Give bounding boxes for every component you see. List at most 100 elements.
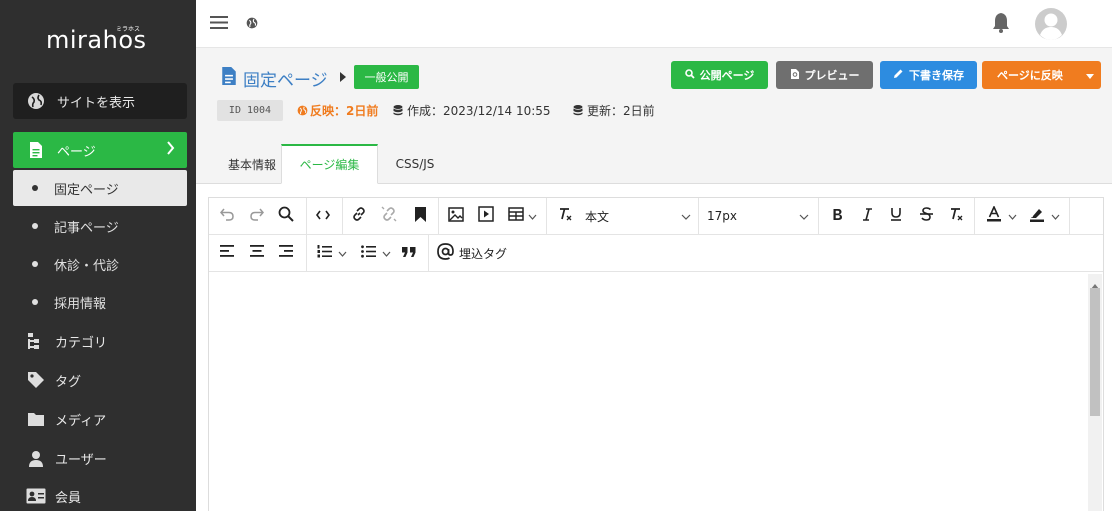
globe-icon bbox=[297, 105, 308, 120]
sidebar-item-label: 会員 bbox=[55, 490, 82, 506]
unlink-button[interactable] bbox=[379, 204, 399, 228]
sidebar-item-label: ページ bbox=[57, 144, 96, 160]
hamburger-menu-icon[interactable] bbox=[210, 15, 228, 34]
globe-icon[interactable] bbox=[246, 17, 258, 33]
italic-icon bbox=[862, 207, 872, 225]
chevron-down-icon bbox=[1051, 208, 1060, 224]
chevron-down-icon bbox=[528, 208, 537, 224]
redo-button[interactable] bbox=[247, 204, 267, 228]
strikethrough-icon bbox=[919, 207, 933, 225]
rich-text-editor: 本文 17px 埋込タグ bbox=[208, 197, 1104, 511]
align-center-button[interactable] bbox=[247, 241, 267, 265]
text-color-button[interactable] bbox=[982, 204, 1020, 228]
status-badge[interactable]: 一般公開 bbox=[354, 65, 419, 89]
play-icon bbox=[478, 206, 494, 226]
chevron-down-icon bbox=[799, 209, 809, 223]
top-bar bbox=[196, 0, 1112, 48]
scrollbar-thumb[interactable] bbox=[1090, 288, 1100, 416]
redo-icon bbox=[250, 208, 264, 225]
at-sign-icon bbox=[437, 243, 454, 263]
text-color-icon bbox=[986, 205, 1002, 226]
sidebar-item-page[interactable]: ページ bbox=[13, 132, 187, 168]
ordered-list-button[interactable] bbox=[313, 241, 351, 265]
sidebar-item-category[interactable]: カテゴリ bbox=[13, 324, 187, 358]
chevron-right-icon bbox=[166, 141, 175, 159]
created-date: 作成：2023/12/14 10:55 bbox=[407, 104, 551, 118]
image-button[interactable] bbox=[446, 204, 466, 228]
sidebar: mirahos ミラホス サイトを表示 ページ 固定ページ 記事ページ 休診・代… bbox=[0, 0, 196, 511]
sidebar-sub-label: 休診・代診 bbox=[54, 258, 120, 274]
search-button[interactable] bbox=[276, 204, 296, 228]
highlighter-icon bbox=[1029, 206, 1045, 226]
sidebar-item-site-view[interactable]: サイトを表示 bbox=[13, 83, 187, 119]
sidebar-sub-fixed-page[interactable]: 固定ページ bbox=[13, 170, 187, 206]
bullet-icon bbox=[32, 299, 38, 305]
tab-css-js[interactable]: CSS/JS bbox=[383, 144, 447, 184]
unlink-icon bbox=[381, 206, 397, 226]
sidebar-item-member[interactable]: 会員 bbox=[13, 479, 187, 511]
page-title[interactable]: 固定ページ bbox=[243, 66, 328, 91]
code-icon bbox=[316, 208, 330, 224]
sidebar-sub-closure[interactable]: 休診・代診 bbox=[13, 246, 187, 282]
bookmark-icon bbox=[414, 206, 426, 226]
preview-button[interactable]: プレビュー bbox=[776, 61, 873, 89]
source-code-button[interactable] bbox=[313, 204, 333, 228]
bell-icon[interactable] bbox=[991, 12, 1011, 37]
avatar[interactable] bbox=[1034, 7, 1068, 45]
chevron-down-icon bbox=[681, 209, 691, 223]
clear-format-button[interactable] bbox=[555, 204, 575, 228]
document-icon bbox=[220, 65, 238, 91]
sidebar-item-label: タグ bbox=[55, 374, 82, 390]
link-button[interactable] bbox=[349, 204, 369, 228]
remove-format-button[interactable] bbox=[946, 204, 966, 228]
search-icon bbox=[278, 206, 294, 226]
draft-save-button[interactable]: 下書き保存 bbox=[880, 61, 977, 89]
blockquote-button[interactable] bbox=[399, 241, 419, 265]
paragraph-style-select[interactable]: 本文 bbox=[585, 204, 691, 228]
align-right-button[interactable] bbox=[276, 241, 296, 265]
italic-button[interactable] bbox=[857, 204, 877, 228]
align-right-icon bbox=[279, 245, 293, 261]
database-icon bbox=[573, 105, 583, 120]
tab-basic-info[interactable]: 基本情報 bbox=[214, 144, 290, 184]
bold-icon bbox=[832, 207, 843, 225]
user-icon bbox=[25, 448, 47, 468]
sidebar-item-media[interactable]: メディア bbox=[13, 402, 187, 436]
tag-icon bbox=[25, 370, 47, 390]
bullet-list-button[interactable] bbox=[357, 241, 395, 265]
bullet-icon bbox=[32, 185, 38, 191]
editor-scrollbar[interactable] bbox=[1088, 274, 1102, 511]
sidebar-item-tag[interactable]: タグ bbox=[13, 363, 187, 397]
align-left-button[interactable] bbox=[217, 241, 237, 265]
tab-page-edit[interactable]: ページ編集 bbox=[281, 144, 378, 184]
pencil-icon bbox=[893, 68, 904, 82]
strikethrough-button[interactable] bbox=[916, 204, 936, 228]
undo-button[interactable] bbox=[217, 204, 237, 228]
reflect-page-button[interactable]: ページに反映 bbox=[982, 61, 1079, 89]
bookmark-button[interactable] bbox=[410, 204, 430, 228]
toolbar-row-2: 埋込タグ bbox=[209, 235, 1103, 272]
toolbar-row-1: 本文 17px bbox=[209, 198, 1103, 235]
document-icon bbox=[25, 140, 47, 160]
sidebar-sub-recruit[interactable]: 採用情報 bbox=[13, 284, 187, 320]
chevron-down-icon bbox=[338, 245, 347, 261]
image-icon bbox=[448, 206, 464, 226]
bullet-icon bbox=[32, 261, 38, 267]
logo-kana: ミラホス bbox=[116, 26, 141, 33]
media-button[interactable] bbox=[476, 204, 496, 228]
bullet-icon bbox=[32, 223, 38, 229]
sitemap-icon bbox=[25, 331, 47, 351]
public-page-button[interactable]: 公開ページ bbox=[671, 61, 768, 89]
editor-content-area[interactable] bbox=[209, 273, 1089, 511]
bold-button[interactable] bbox=[827, 204, 847, 228]
font-size-select[interactable]: 17px bbox=[707, 204, 809, 228]
quote-icon bbox=[402, 245, 416, 261]
chevron-down-icon bbox=[1008, 208, 1017, 224]
table-button[interactable] bbox=[505, 204, 539, 228]
embed-tag-button[interactable]: 埋込タグ bbox=[437, 241, 513, 265]
sidebar-item-user[interactable]: ユーザー bbox=[13, 441, 187, 475]
underline-button[interactable] bbox=[886, 204, 906, 228]
reflect-dropdown-button[interactable] bbox=[1079, 61, 1101, 89]
sidebar-sub-article-page[interactable]: 記事ページ bbox=[13, 208, 187, 244]
highlight-color-button[interactable] bbox=[1024, 204, 1064, 228]
